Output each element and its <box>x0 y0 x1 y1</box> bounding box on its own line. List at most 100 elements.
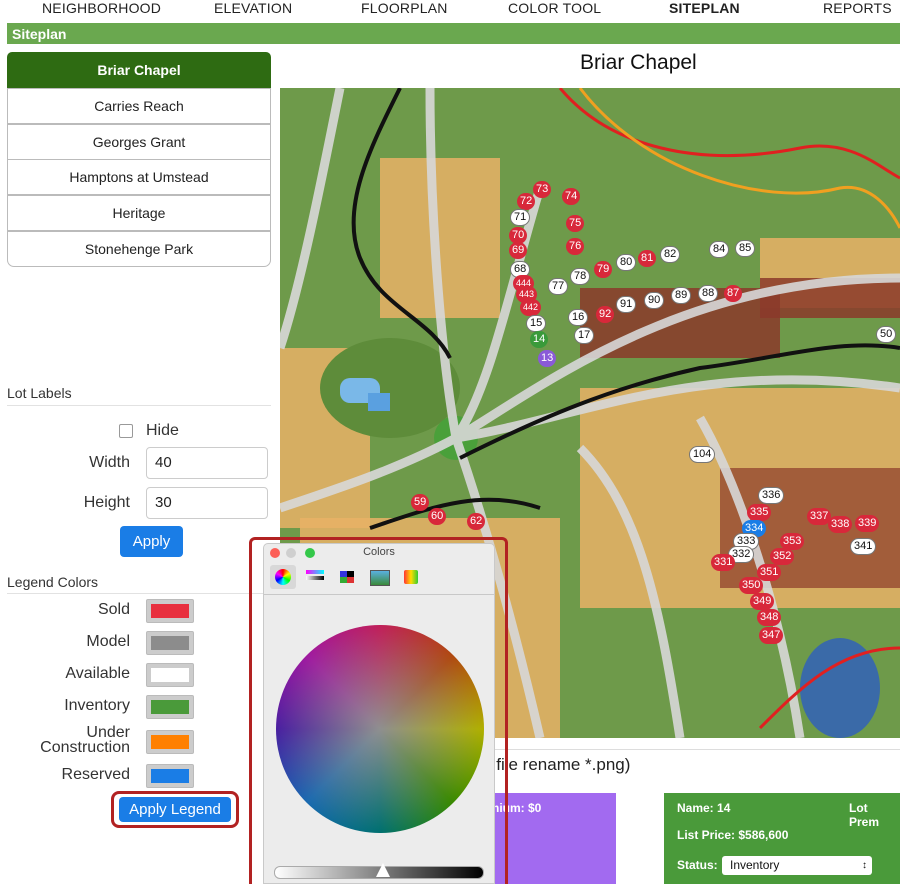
legend-label-sold: Sold <box>97 601 130 618</box>
community-stonehenge-park[interactable]: Stonehenge Park <box>7 231 271 267</box>
legend-label-available: Available <box>65 665 130 682</box>
lot-badge[interactable]: 92 <box>596 306 615 323</box>
nav-siteplan[interactable]: SITEPLAN <box>669 0 740 16</box>
apply-legend-highlight: Apply Legend <box>111 791 239 828</box>
color-wheel[interactable] <box>276 625 484 833</box>
legend-swatch-sold[interactable] <box>146 599 194 623</box>
lot-badge[interactable]: 338 <box>828 516 853 533</box>
lot-badge[interactable]: 82 <box>660 246 681 263</box>
width-input[interactable]: 40 <box>146 447 268 479</box>
lot-badge[interactable]: 351 <box>757 564 782 581</box>
lot-badge[interactable]: 50 <box>876 326 897 343</box>
lot-badge[interactable]: 13 <box>538 350 557 367</box>
lot-badge[interactable]: 85 <box>735 240 756 257</box>
colors-panel-title: Colors <box>363 546 395 558</box>
lot-badge[interactable]: 348 <box>757 609 782 626</box>
top-nav: NEIGHBORHOOD ELEVATION FLOORPLAN COLOR T… <box>0 0 900 22</box>
nav-neighborhood[interactable]: NEIGHBORHOOD <box>42 0 161 16</box>
crayons-tab[interactable] <box>398 565 424 589</box>
nav-color-tool[interactable]: COLOR TOOL <box>508 0 601 16</box>
color-palettes-tab[interactable] <box>334 565 360 589</box>
lot-badge[interactable]: 69 <box>509 242 528 259</box>
sliders-icon <box>306 570 324 574</box>
lot-badge[interactable]: 78 <box>570 268 591 285</box>
legend-colors-title: Legend Colors <box>7 574 99 590</box>
lot-badge[interactable]: 60 <box>428 508 447 525</box>
lot-badge[interactable]: 76 <box>566 238 585 255</box>
nav-reports[interactable]: REPORTS <box>823 0 892 16</box>
color-fill <box>151 604 189 618</box>
community-georges-grant[interactable]: Georges Grant <box>7 124 271 160</box>
height-label: Height <box>83 494 130 511</box>
lot-badge[interactable]: 341 <box>850 538 877 555</box>
lot-badge[interactable]: 75 <box>566 215 585 232</box>
legend-label-reserved: Reserved <box>61 766 130 783</box>
inventory-lot-card[interactable]: Name: 14 Lot Prem List Price: $586,600 S… <box>664 793 900 884</box>
hide-label: Hide <box>146 422 179 439</box>
section-header: Siteplan <box>7 23 900 44</box>
lot-badge[interactable]: 442 <box>520 299 542 316</box>
legend-swatch-model[interactable] <box>146 631 194 655</box>
nav-elevation[interactable]: ELEVATION <box>214 0 292 16</box>
section-title: Siteplan <box>12 26 67 42</box>
color-wheel-tab[interactable] <box>270 565 296 589</box>
lot-badge[interactable]: 14 <box>530 331 549 348</box>
nav-floorplan[interactable]: FLOORPLAN <box>361 0 448 16</box>
lot-badge[interactable]: 349 <box>750 593 775 610</box>
lot-badge[interactable]: 72 <box>517 193 536 210</box>
legend-swatch-reserved[interactable] <box>146 764 194 788</box>
color-sliders-tab[interactable] <box>302 565 328 589</box>
lot-badge[interactable]: 62 <box>467 513 486 530</box>
community-heritage[interactable]: Heritage <box>7 195 271 231</box>
colors-panel[interactable]: Colors <box>263 543 495 884</box>
height-input[interactable]: 30 <box>146 487 268 519</box>
lot-badge[interactable]: 84 <box>709 241 730 258</box>
lot-badge[interactable]: 347 <box>759 627 784 644</box>
lot-badge[interactable]: 335 <box>747 504 772 521</box>
hide-checkbox[interactable] <box>119 424 133 438</box>
image-palettes-tab[interactable] <box>366 565 392 589</box>
lot-badge[interactable]: 71 <box>510 209 531 226</box>
lot-badge[interactable]: 90 <box>644 292 665 309</box>
legend-swatch-available[interactable] <box>146 663 194 687</box>
lot-badge[interactable]: 91 <box>616 296 637 313</box>
lot-badge[interactable]: 15 <box>526 315 547 332</box>
lot-badge[interactable]: 16 <box>568 309 589 326</box>
legend-swatch-inventory[interactable] <box>146 695 194 719</box>
legend-swatch-under-construction[interactable] <box>146 730 194 754</box>
status-select[interactable]: Inventory ↕ <box>722 856 872 875</box>
lot-badge[interactable]: 73 <box>533 181 552 198</box>
lot-badge[interactable]: 81 <box>638 250 657 267</box>
lot-badge[interactable]: 331 <box>711 554 736 571</box>
divider <box>264 594 494 595</box>
community-briar-chapel[interactable]: Briar Chapel <box>7 52 271 88</box>
lot-badge[interactable]: 59 <box>411 494 430 511</box>
lot-badge[interactable]: 17 <box>574 327 595 344</box>
list-price: List Price: $586,600 <box>677 828 789 842</box>
apply-legend-button[interactable]: Apply Legend <box>119 797 231 822</box>
legend-label-model: Model <box>86 633 130 650</box>
lot-badge[interactable]: 80 <box>616 254 637 271</box>
lot-badge[interactable]: 336 <box>758 487 785 504</box>
lot-badge[interactable]: 87 <box>724 285 743 302</box>
image-icon <box>370 570 390 586</box>
lot-labels-title: Lot Labels <box>7 385 72 401</box>
lot-badge[interactable]: 88 <box>698 285 719 302</box>
legend-label-inventory: Inventory <box>64 697 130 714</box>
lot-badge[interactable]: 350 <box>739 577 764 594</box>
lot-badge[interactable]: 339 <box>855 515 880 532</box>
lot-badge[interactable]: 74 <box>562 188 581 205</box>
apply-button[interactable]: Apply <box>120 526 183 557</box>
lot-name: Name: 14 <box>677 801 731 815</box>
community-carries-reach[interactable]: Carries Reach <box>7 88 271 124</box>
color-fill <box>151 769 189 783</box>
palette-grid-icon <box>340 571 354 583</box>
lot-premium-label: Lot Prem <box>849 801 880 829</box>
lot-badge[interactable]: 104 <box>689 446 716 463</box>
lot-badge[interactable]: 77 <box>548 278 569 295</box>
community-hamptons-at-umstead[interactable]: Hamptons at Umstead <box>7 159 271 195</box>
lot-badge[interactable]: 352 <box>770 548 795 565</box>
lot-badge[interactable]: 89 <box>671 287 692 304</box>
lot-badge[interactable]: 79 <box>594 261 613 278</box>
slider-knob[interactable] <box>376 863 390 877</box>
